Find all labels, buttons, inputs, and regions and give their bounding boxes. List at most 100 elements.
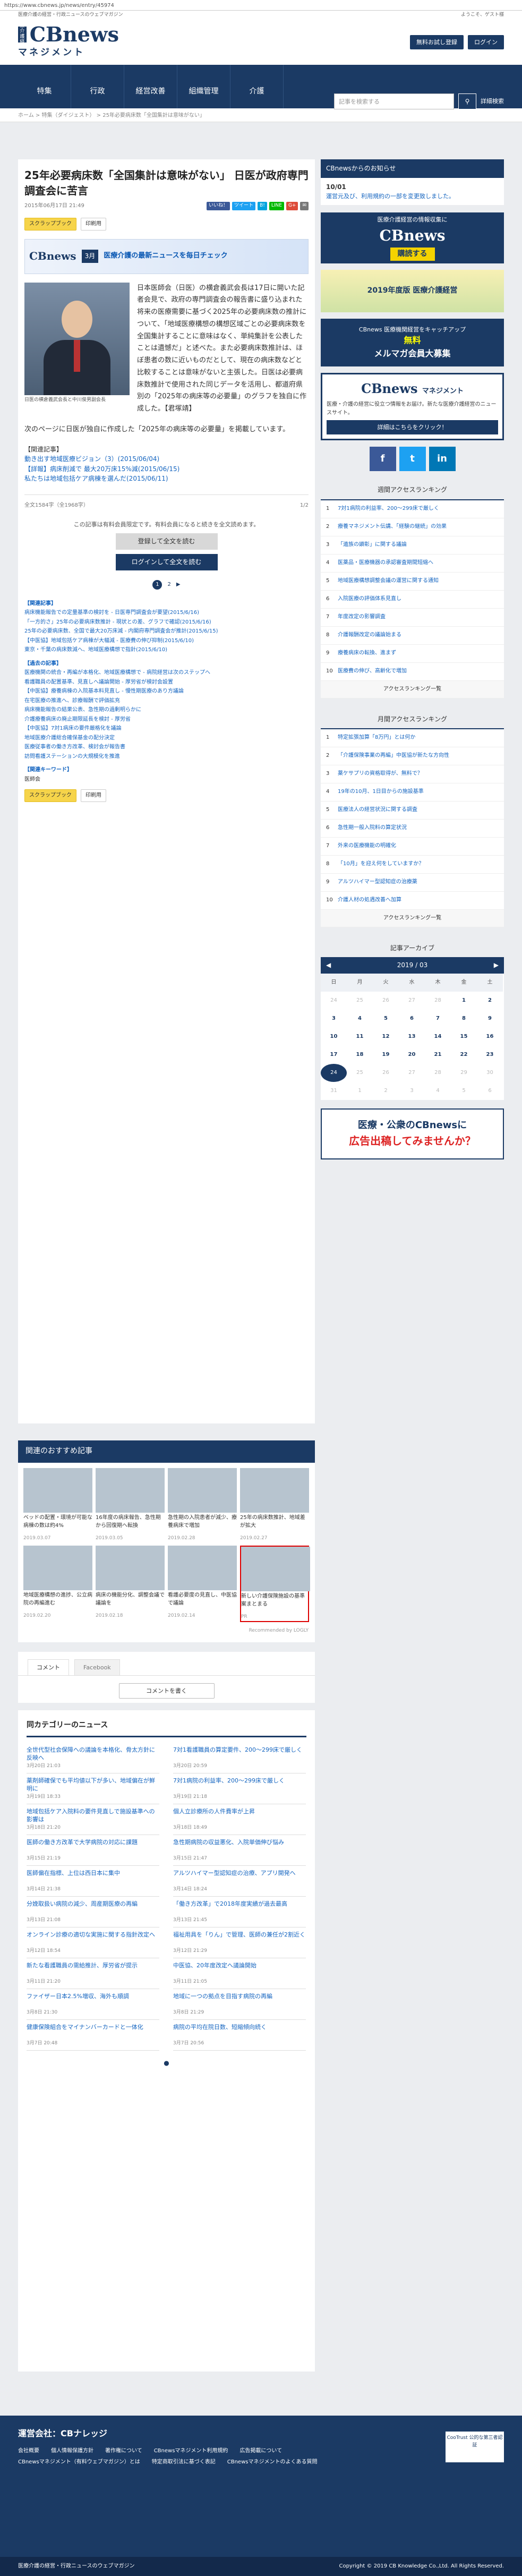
print-button-bottom[interactable]: 印刷用 xyxy=(81,789,106,802)
calendar-day[interactable]: 16 xyxy=(477,1028,503,1046)
tab-comment[interactable]: コメント xyxy=(28,1659,69,1676)
list-item[interactable]: 病院の平均在院日数、短縮傾向続く 3月7日 20:56 xyxy=(173,2020,306,2051)
list-item[interactable]: オンライン診療の適切な実施に関する指針改定へ 3月12日 18:54 xyxy=(27,1927,159,1958)
subscribe-ad[interactable]: 医療介護経営の情報収集に CBnews 購読する xyxy=(321,212,504,264)
book-ad[interactable]: 2019年度版 医療介護経営 xyxy=(321,270,504,313)
nav-item-organization[interactable]: 組織管理 xyxy=(177,64,230,108)
google-plus-button[interactable]: G+ xyxy=(286,202,298,210)
list-item[interactable]: 医療従事者の働き方改革、検討会が報告書 xyxy=(24,743,309,752)
list-item[interactable]: 東京・千葉の病床数減へ、地域医療構想で指針(2015/6/10) xyxy=(24,645,309,655)
url-bar[interactable]: https://www.cbnews.jp/news/entry/45974 xyxy=(0,0,522,11)
next-month-icon[interactable]: ▶ xyxy=(494,960,499,970)
search-icon[interactable]: ⚲ xyxy=(458,93,476,109)
calendar-day[interactable]: 12 xyxy=(373,1028,399,1046)
promo-banner[interactable]: CBnews 3月 医療介護の最新ニュースを毎日チェック xyxy=(24,238,309,274)
calendar-day[interactable]: 23 xyxy=(477,1046,503,1064)
nav-item-management[interactable]: 経営改善 xyxy=(124,64,177,108)
search-input[interactable]: 記事を検索する xyxy=(334,93,454,109)
calendar-day[interactable]: 18 xyxy=(347,1046,373,1064)
recommend-card[interactable]: 看護必要度の見直し、中医協で議論 2019.02.14 xyxy=(168,1545,237,1622)
calendar-day[interactable]: 7 xyxy=(425,1010,451,1028)
list-item[interactable]: 3 「遺族の顕彰」に関する議論 xyxy=(321,536,504,555)
scrapbook-button[interactable]: スクラップブック xyxy=(24,218,76,231)
nav-item-feature[interactable]: 特集 xyxy=(18,64,71,108)
calendar-day[interactable]: 20 xyxy=(399,1046,425,1064)
list-item[interactable]: 9 療養病床の転換、進まず xyxy=(321,645,504,663)
list-item[interactable]: 個人立診療所の人件費率が上昇 3月18日 18:49 xyxy=(173,1804,306,1835)
list-item[interactable]: 8 「10月」を迎え何をしていますか？ xyxy=(321,856,504,874)
twitter-icon[interactable]: t xyxy=(399,447,426,472)
tweet-button[interactable]: ツイート xyxy=(232,202,256,210)
list-item[interactable]: 6 急性期一般入院料の算定状況 xyxy=(321,820,504,838)
prev-month-icon[interactable]: ◀ xyxy=(326,960,331,970)
facebook-like-button[interactable]: いいね！ xyxy=(207,202,230,210)
footer-link[interactable]: 著作権について xyxy=(105,2447,142,2455)
list-item[interactable]: 9 アルツハイマー型認知症の治療薬 xyxy=(321,874,504,892)
related-link[interactable]: 私たちは地域包括ケア病棟を選んだ(2015/06/11) xyxy=(24,474,309,484)
page-1[interactable]: 1 xyxy=(152,579,162,590)
recommend-ad-card[interactable]: 新しい介護保険施設の基準案まとまる PR xyxy=(240,1545,310,1622)
list-item[interactable]: 福祉用具を「りん」で管理、医師の兼任が2割近く 3月12日 21:29 xyxy=(173,1927,306,1958)
recommend-card[interactable]: 急性期の入院患者が減少、療養病床で増加 2019.02.28 xyxy=(168,1468,237,1542)
recommend-card[interactable]: 地域医療構想の進捗、公立病院の再編進む 2019.02.20 xyxy=(23,1545,92,1622)
breadcrumb-home[interactable]: ホーム xyxy=(18,113,34,118)
weekly-ranking-more[interactable]: アクセスランキング一覧 xyxy=(321,681,504,698)
calendar-day[interactable]: 2 xyxy=(477,992,503,1010)
list-item[interactable]: 病床機能報告での定量基準の検討を - 日医専門調査会が要望(2015/6/16) xyxy=(24,608,309,618)
list-item[interactable]: 病床機能報告の結果公表、急性期の過剰明らかに xyxy=(24,705,309,715)
write-comment-button[interactable]: コメントを書く xyxy=(118,1683,215,1699)
related-link[interactable]: 【詳報】病床削減で 最大20万床15%減(2015/06/15) xyxy=(24,464,309,474)
list-item[interactable]: 「一方的さ」25年の必要病床数推計 - 現状との差、グラフで確認(2015/6/… xyxy=(24,618,309,627)
calendar-day[interactable]: 9 xyxy=(477,1010,503,1028)
monthly-ranking-more[interactable]: アクセスランキング一覧 xyxy=(321,910,504,927)
list-item[interactable]: 薬剤師確保でも平均値以下が多い、地域偏在が鮮明に 3月19日 18:33 xyxy=(27,1773,159,1804)
list-item[interactable]: ファイザー日本2.5%増収、海外も順調 3月8日 21:30 xyxy=(27,1989,159,2020)
list-item[interactable]: 医療機関の統合・再編が本格化、地域医療構想で - 病院経営は次のステップへ xyxy=(24,668,309,678)
calendar-day[interactable]: 8 xyxy=(451,1010,477,1028)
newsletter-ad[interactable]: CBnews 医療機関経営をキャッチアップ 無料 メルマガ会員大募集 xyxy=(321,319,504,367)
list-item[interactable]: 5 地域医療構想調整会議の運営に関する通知 xyxy=(321,573,504,591)
site-logo[interactable]: 医療介護経営 CBnews マネジメント xyxy=(18,18,119,58)
next-page-icon[interactable]: ▶ xyxy=(176,581,181,589)
notice-text[interactable]: 運営元及び、利用規約の一部を変更致しました。 xyxy=(326,193,455,200)
list-item[interactable]: 地域包括ケア入院料の要件見直しで施設基準への影響は 3月18日 21:20 xyxy=(27,1804,159,1835)
list-item[interactable]: 4 19年の10月、1日目からの施設基準 xyxy=(321,783,504,802)
print-button[interactable]: 印刷用 xyxy=(81,218,106,231)
nav-item-policy[interactable]: 行政 xyxy=(71,64,124,108)
keyword-link[interactable]: 医師会 xyxy=(24,775,309,784)
list-item[interactable]: 1 特定拡張加算「8万円」とは何か xyxy=(321,729,504,748)
trial-signup-button[interactable]: 無料お試し登録 xyxy=(410,35,464,49)
list-item[interactable]: 全世代型社会保障への議論を本格化、骨太方針に反映へ 3月20日 21:03 xyxy=(27,1743,159,1773)
list-item[interactable]: 在宅医療の推進へ、診療報酬で評価拡充 xyxy=(24,696,309,706)
list-item[interactable]: 25年の必要病床数、全国で最大20万床減 - 内閣府専門調査会が推計(2015/… xyxy=(24,627,309,636)
recommend-card[interactable]: ベッドの配置・環境が可能な病棟の数は約4% 2019.03.07 xyxy=(23,1468,92,1542)
list-item[interactable]: 訪問看護ステーションの大規模化を推進 xyxy=(24,752,309,762)
calendar-day[interactable]: 21 xyxy=(425,1046,451,1064)
related-link[interactable]: 動き出す地域医療ビジョン（3）(2015/06/04) xyxy=(24,454,309,464)
calendar-day[interactable]: 19 xyxy=(373,1046,399,1064)
list-item[interactable]: 2 療養マネジメント伝講、「経験の継続」の効果 xyxy=(321,518,504,537)
calendar-day[interactable]: 15 xyxy=(451,1028,477,1046)
list-item[interactable]: 医師偏在指標、上位は西日本に集中 3月14日 21:38 xyxy=(27,1866,159,1897)
calendar-day[interactable]: 13 xyxy=(399,1028,425,1046)
recommend-credit[interactable]: Recommended by LOGLY xyxy=(18,1627,315,1635)
calendar-day[interactable]: 4 xyxy=(347,1010,373,1028)
line-button[interactable]: LINE xyxy=(269,202,284,210)
list-item[interactable]: 健康保険組合をマイナンバーカードと一体化 3月7日 20:48 xyxy=(27,2020,159,2051)
list-item[interactable]: 介護療養病床の廃止期限延長を検討 - 厚労省 xyxy=(24,715,309,724)
facebook-icon[interactable]: f xyxy=(369,447,396,472)
calendar-day-today[interactable]: 24 xyxy=(321,1063,347,1082)
list-item[interactable]: 新たな看護職員の需給推計、厚労省が提示 3月11日 21:20 xyxy=(27,1958,159,1989)
list-item[interactable]: 【中医協】7対1病床の要件厳格化を議論 xyxy=(24,724,309,733)
list-item[interactable]: 地域に一つの拠点を目指す病院の再編 3月8日 21:29 xyxy=(173,1989,306,2020)
list-item[interactable]: 10 医療費の伸び、高齢化で増加 xyxy=(321,663,504,681)
calendar-day[interactable]: 14 xyxy=(425,1028,451,1046)
list-item[interactable]: 【中医協】療養病棟の入院基本料見直し - 慢性期医療のあり方議論 xyxy=(24,687,309,696)
login-button[interactable]: ログイン xyxy=(468,35,504,49)
list-item[interactable]: 3 薬ケサプリの資格取得が、無料で？ xyxy=(321,765,504,784)
list-item[interactable]: 中医協、20年度改定へ議論開始 3月11日 21:05 xyxy=(173,1958,306,1989)
calendar-day[interactable]: 10 xyxy=(321,1028,347,1046)
footer-link[interactable]: 広告掲載について xyxy=(239,2447,282,2455)
list-item[interactable]: 4 医薬品・医療機器の承認審査期間短縮へ xyxy=(321,555,504,573)
login-read-button[interactable]: ログインして全文を読む xyxy=(115,554,218,570)
